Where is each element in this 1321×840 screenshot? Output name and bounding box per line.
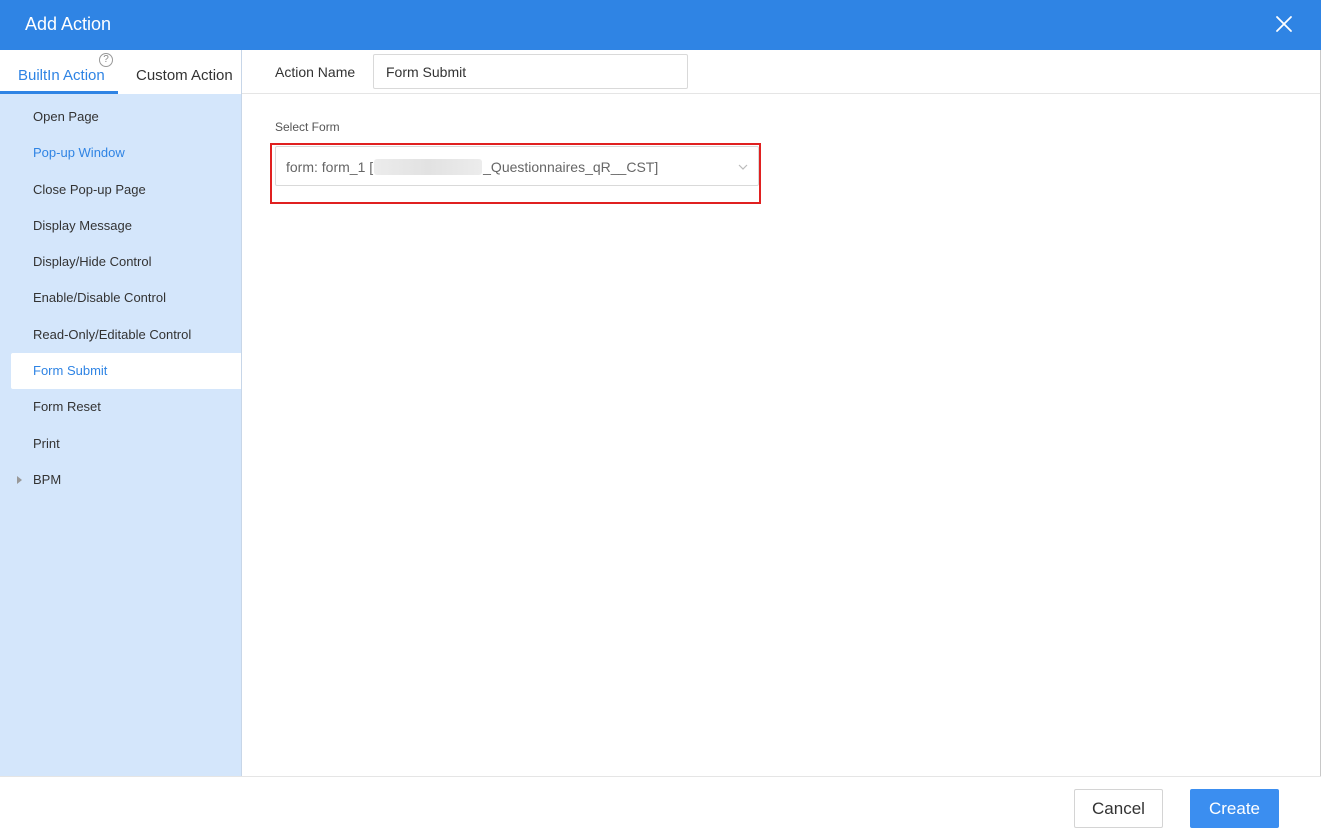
action-type-tabs: BuiltIn Action ? Custom Action: [0, 50, 241, 94]
action-name-label: Action Name: [275, 64, 356, 80]
action-config-panel: Action Name Select Form form: form_1 [ _Q…: [242, 50, 1320, 776]
tab-custom-action[interactable]: Custom Action: [136, 67, 233, 84]
chevron-down-icon: [737, 160, 749, 172]
dialog-title: Add Action: [25, 14, 112, 34]
menu-item-bpm[interactable]: BPM: [0, 462, 241, 498]
tab-builtin-action[interactable]: BuiltIn Action: [18, 67, 105, 84]
select-form-value-suffix: _Questionnaires_qR__CST]: [483, 159, 659, 175]
cancel-button[interactable]: Cancel: [1074, 789, 1163, 828]
builtin-action-list: Open Page Pop-up Window Close Pop-up Pag…: [0, 99, 241, 498]
menu-item-open-page[interactable]: Open Page: [0, 99, 241, 135]
create-button[interactable]: Create: [1190, 789, 1279, 828]
menu-item-readonly-editable-control[interactable]: Read-Only/Editable Control: [0, 317, 241, 353]
menu-item-print[interactable]: Print: [0, 426, 241, 462]
add-action-dialog: Add Action BuiltIn Action ? Custom Actio…: [0, 0, 1321, 840]
menu-item-enable-disable-control[interactable]: Enable/Disable Control: [0, 280, 241, 316]
menu-item-close-popup-page[interactable]: Close Pop-up Page: [0, 172, 241, 208]
dialog-footer: Cancel Create: [0, 776, 1321, 840]
select-form-dropdown[interactable]: form: form_1 [ _Questionnaires_qR__CST]: [275, 146, 759, 186]
menu-item-display-message[interactable]: Display Message: [0, 208, 241, 244]
help-icon[interactable]: ?: [99, 53, 113, 67]
select-form-label: Select Form: [275, 120, 340, 134]
select-form-value-prefix: form: form_1 [: [286, 159, 374, 175]
redacted-text: [374, 159, 483, 175]
select-form-value: form: form_1 [ _Questionnaires_qR__CST]: [286, 159, 658, 175]
menu-item-bpm-label: BPM: [33, 471, 62, 487]
menu-item-display-hide-control[interactable]: Display/Hide Control: [0, 244, 241, 280]
action-name-input[interactable]: [373, 54, 688, 89]
caret-right-icon[interactable]: [17, 475, 22, 484]
menu-item-form-reset[interactable]: Form Reset: [0, 389, 241, 425]
menu-item-popup-window[interactable]: Pop-up Window: [0, 135, 241, 171]
action-name-row: Action Name: [242, 50, 1320, 94]
active-tab-indicator: [0, 91, 118, 94]
close-icon[interactable]: [1273, 13, 1295, 35]
action-sidebar: BuiltIn Action ? Custom Action Open Page…: [0, 50, 242, 776]
dialog-header: Add Action: [0, 0, 1321, 50]
menu-item-form-submit[interactable]: Form Submit: [11, 353, 241, 390]
